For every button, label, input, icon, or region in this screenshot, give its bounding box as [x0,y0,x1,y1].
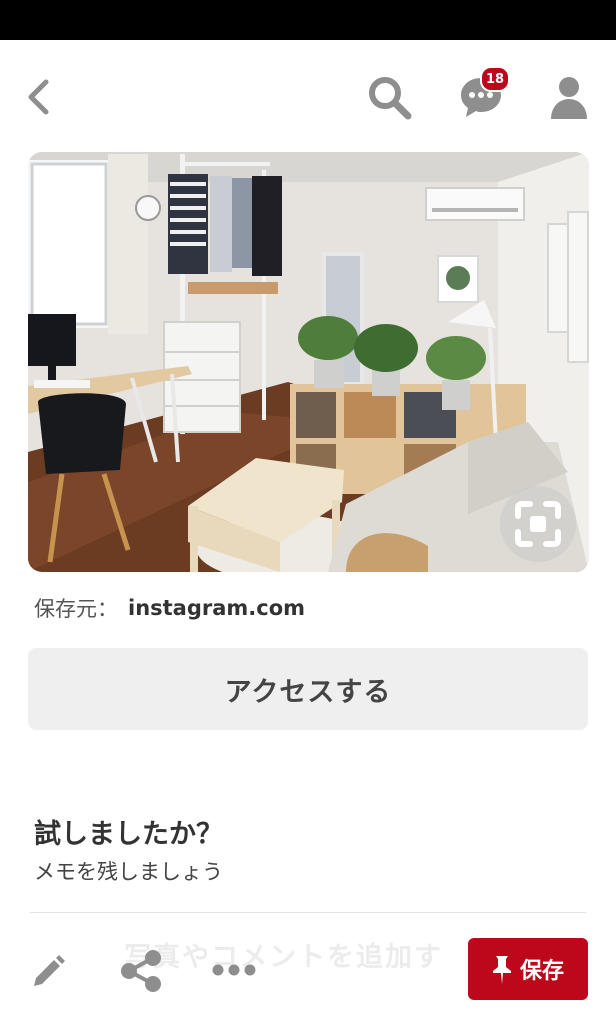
top-nav [0,40,616,152]
back-button[interactable] [16,72,60,122]
profile-button[interactable] [540,68,598,126]
source-label: 保存元： [34,597,118,621]
search-button[interactable] [362,70,418,126]
visual-search-button[interactable] [500,486,576,562]
access-button[interactable]: アクセスする [28,648,588,730]
visual-search-icon [515,501,561,547]
divider [30,912,586,913]
tried-it-subtitle: メモを残しましょう [34,860,223,884]
search-icon [369,77,412,120]
share-button[interactable] [118,948,164,994]
edit-button[interactable] [28,948,68,992]
more-dots-icon [212,964,256,976]
person-icon [551,77,587,119]
save-button[interactable]: 保存 [468,938,588,1000]
share-icon [121,950,161,992]
messages-badge: 18 [480,66,510,92]
save-button-label: 保存 [519,959,564,984]
status-bar [0,0,616,40]
tried-it-title: 試しましたか？ [34,819,223,850]
pencil-icon [34,955,65,986]
more-button[interactable] [208,952,260,988]
chevron-left-icon [28,79,49,115]
pushpin-icon [492,956,511,984]
bottom-action-bar: 保存 [0,930,616,1010]
source-line: 保存元： instagram.com [34,592,305,624]
source-domain-link[interactable]: instagram.com [128,596,305,620]
